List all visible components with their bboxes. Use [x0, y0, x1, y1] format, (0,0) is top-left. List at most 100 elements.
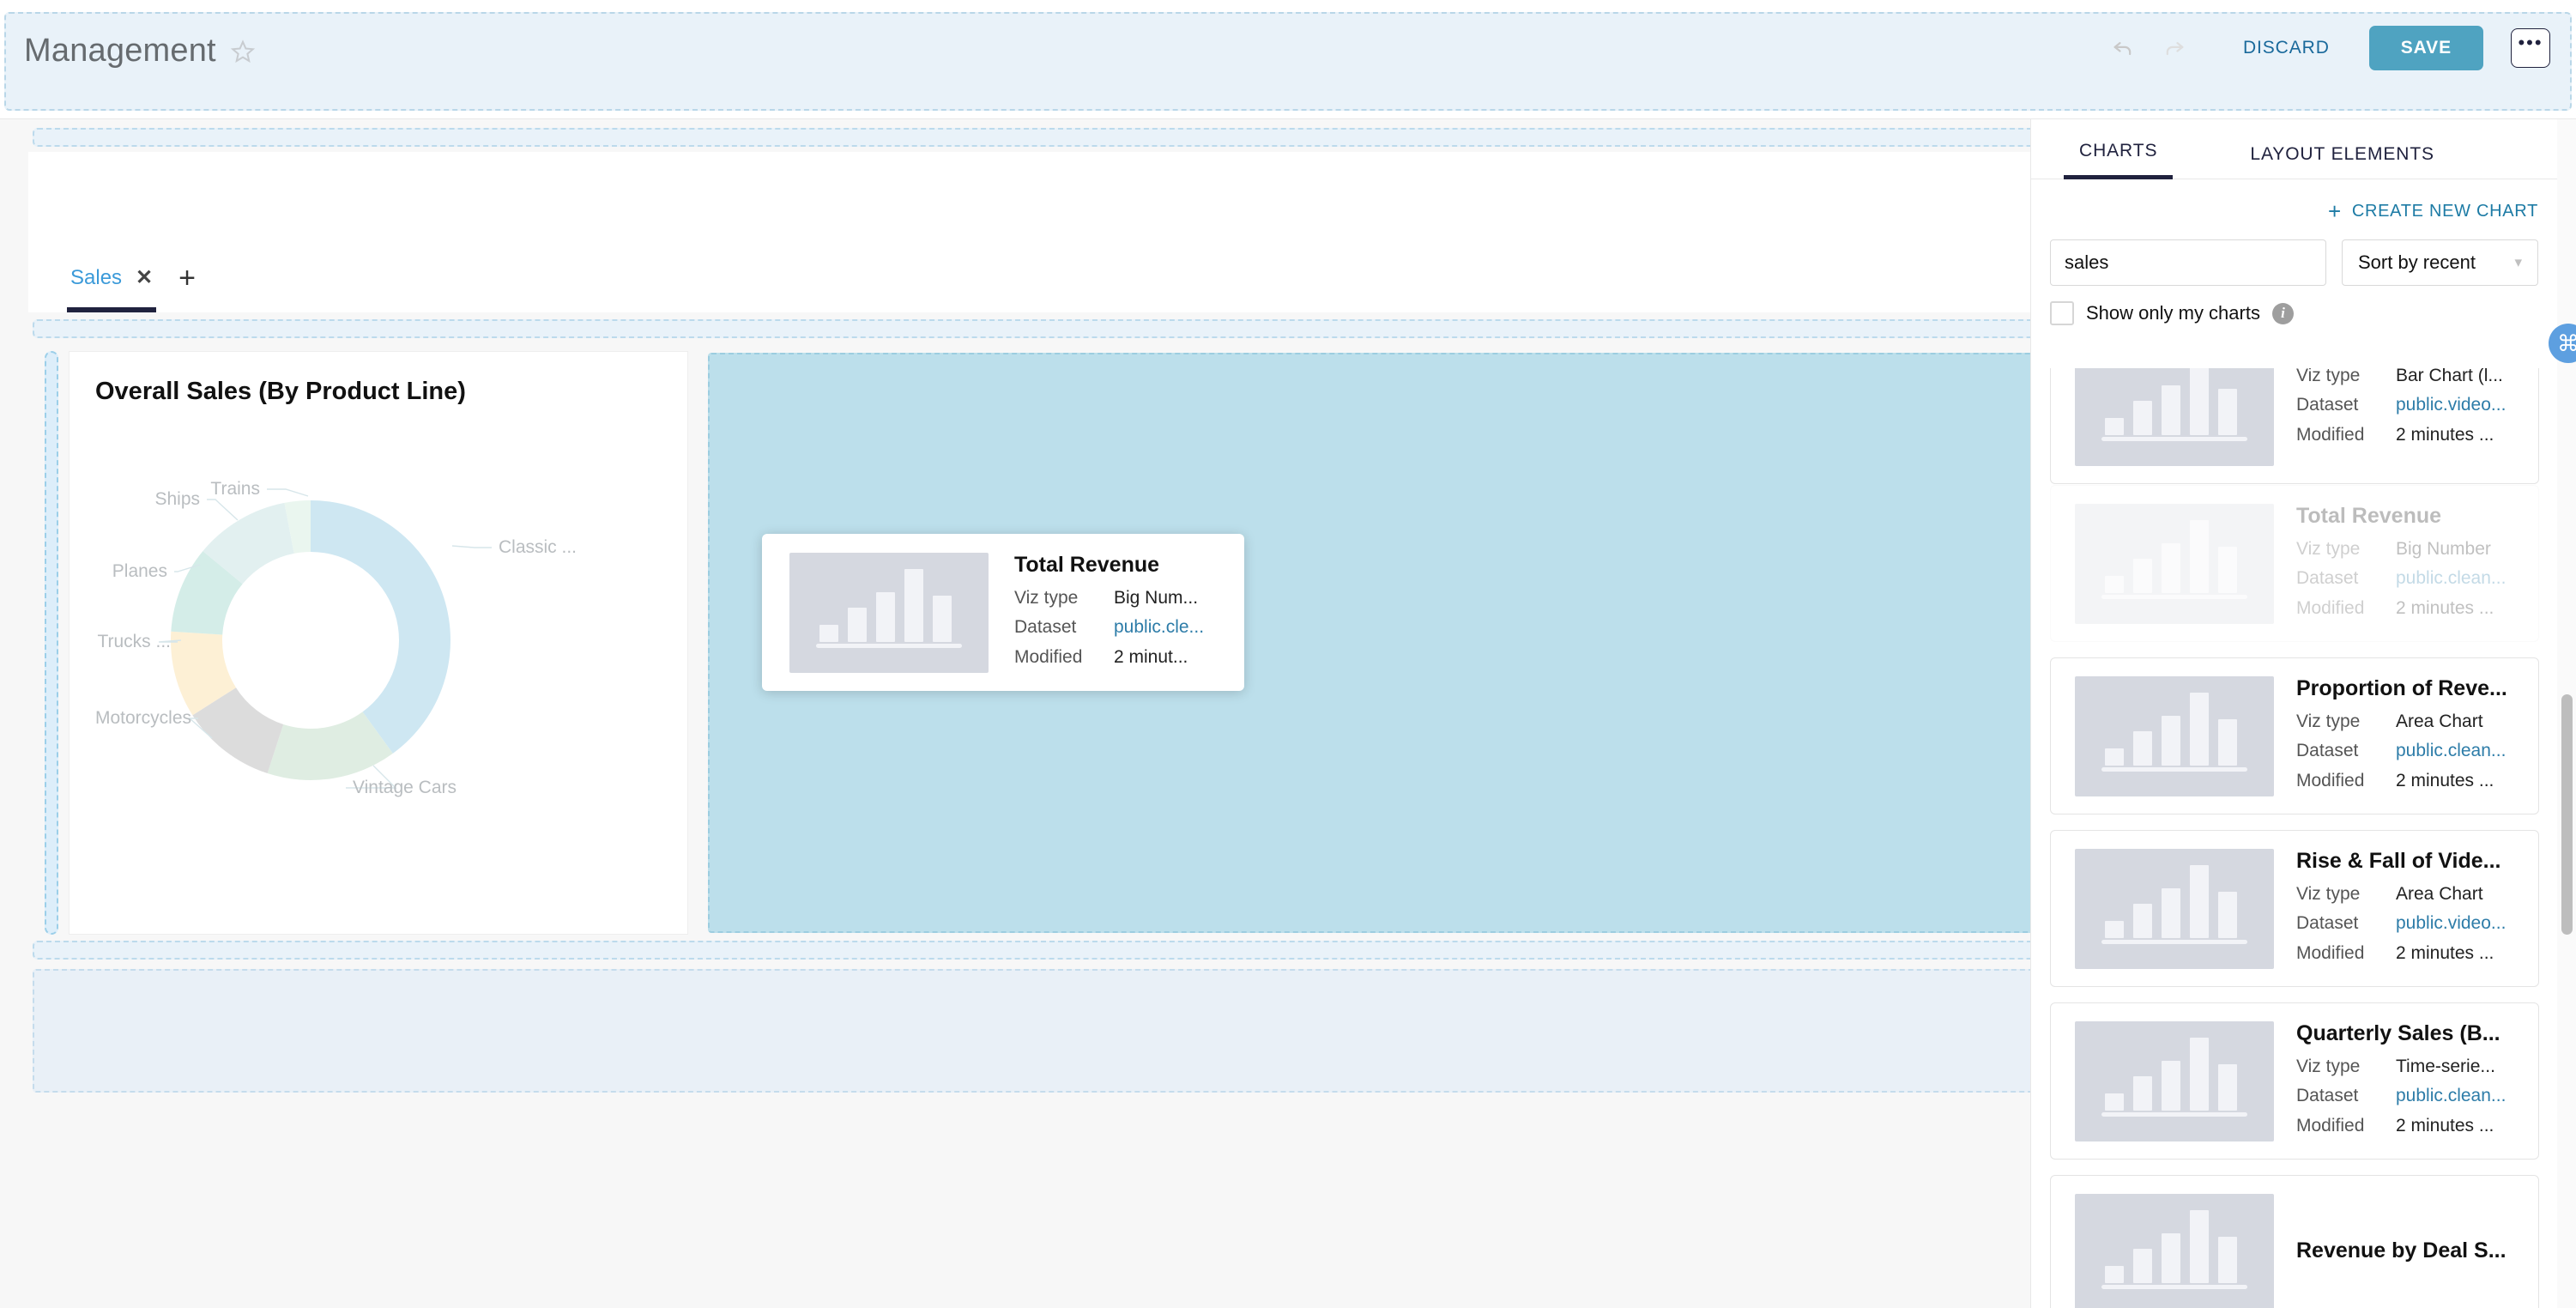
dragging-chart-card[interactable]: Total Revenue Viz type Big Num... Datase… [762, 534, 1244, 691]
create-chart-row: + CREATE NEW CHART [2031, 179, 2576, 222]
card-title: Quarterly Sales (B... [2296, 1021, 2538, 1046]
plus-icon: + [2328, 200, 2342, 222]
chart-list-card[interactable]: Revenue by Deal S... [2050, 1175, 2539, 1308]
meta-key: Viz type [2296, 368, 2396, 391]
meta-value: 2 minutes ... [2396, 1111, 2494, 1141]
chart-card-meta: Revenue by Deal S... [2296, 1238, 2538, 1269]
create-new-chart-label: CREATE NEW CHART [2352, 202, 2538, 221]
tab-sales[interactable]: Sales ✕ [67, 256, 156, 312]
meta-key: Viz type [2296, 880, 2396, 910]
meta-row: Datasetpublic.clean... [2296, 564, 2538, 594]
meta-key: Dataset [2296, 736, 2396, 766]
dropzone-below-tabs[interactable] [33, 319, 2030, 338]
sort-dropdown[interactable]: Sort by recent ▾ [2342, 239, 2538, 286]
card-title: Total Revenue [1014, 553, 1244, 578]
donut-slice-label: Ships [154, 489, 200, 509]
chart-list-card[interactable]: Quarterly Sales (B... Viz typeTime-serie.… [2050, 1002, 2539, 1160]
meta-key: Modified [1014, 643, 1114, 673]
dropzone-indicator-bottom[interactable] [33, 941, 2030, 960]
close-icon[interactable]: ✕ [136, 268, 153, 288]
meta-value: Area Chart [2396, 707, 2483, 737]
more-options-button[interactable]: ••• [2511, 28, 2550, 68]
meta-row-modified: Modified 2 minut... [1014, 643, 1244, 673]
meta-row: Viz typeBig Number [2296, 535, 2538, 565]
meta-row: Viz typeArea Chart [2296, 707, 2538, 737]
meta-key: Viz type [1014, 584, 1114, 614]
redo-arrow-icon[interactable] [2157, 31, 2192, 65]
meta-row: Datasetpublic.video... [2296, 391, 2538, 421]
row-drag-indicator[interactable] [45, 351, 58, 935]
donut-leader-line [452, 546, 492, 548]
chart-list-card[interactable]: Proportion of Reve...Viz typeArea ChartD… [2050, 657, 2539, 814]
bar-chart-thumbnail-icon [789, 553, 989, 673]
chart-card-meta: Rise & Fall of Vide...Viz typeArea Chart… [2296, 849, 2538, 969]
dataset-link[interactable]: public.video... [2396, 391, 2506, 421]
bar-chart-thumbnail-icon [2075, 504, 2274, 624]
meta-value: Big Num... [1114, 584, 1198, 614]
dashboard-title-group: Management [24, 33, 256, 70]
meta-key: Dataset [2296, 391, 2396, 421]
plus-icon[interactable]: + [178, 262, 196, 307]
chart-title: Overall Sales (By Product Line) [95, 378, 466, 406]
dataset-link[interactable]: public.clean... [2396, 564, 2506, 594]
meta-value: Big Number [2396, 535, 2491, 565]
save-button[interactable]: SAVE [2369, 26, 2483, 70]
star-outline-icon[interactable] [230, 39, 256, 64]
meta-row-dataset: Dataset public.cle... [1014, 613, 1244, 643]
tab-layout-elements[interactable]: LAYOUT ELEMENTS [2234, 144, 2450, 179]
meta-key: Dataset [1014, 613, 1114, 643]
create-new-chart-button[interactable]: + CREATE NEW CHART [2328, 200, 2538, 222]
discard-button[interactable]: DISCARD [2228, 29, 2345, 67]
meta-value: 2 minutes ... [2396, 594, 2494, 624]
meta-row: Modified2 minutes ... [2296, 939, 2538, 969]
meta-key: Viz type [2296, 535, 2396, 565]
meta-key: Modified [2296, 1111, 2396, 1141]
command-key-icon[interactable]: ⌘ [2549, 324, 2576, 363]
dashboard-editor-app: Management DISCARD SAVE ••• [0, 0, 2576, 1308]
dataset-link[interactable]: public.video... [2396, 909, 2506, 939]
dataset-link[interactable]: public.cle... [1114, 613, 1204, 643]
bar-chart-thumbnail-icon [2075, 368, 2274, 466]
meta-row: Modified2 minutes ... [2296, 1111, 2538, 1141]
dropzone-above-tabs[interactable] [33, 128, 2030, 147]
scrollbar-thumb[interactable] [2561, 694, 2573, 935]
meta-value: Area Chart [2396, 880, 2483, 910]
donut-slice[interactable] [311, 500, 450, 754]
donut-chart: Classic ...Vintage CarsMotorcyclesTrucks… [70, 410, 689, 925]
meta-row: Modified2 minutes ... [2296, 421, 2538, 451]
meta-key: Dataset [2296, 909, 2396, 939]
meta-row: Datasetpublic.clean... [2296, 1081, 2538, 1111]
meta-key: Modified [2296, 594, 2396, 624]
dataset-link[interactable]: public.clean... [2396, 736, 2506, 766]
vertical-scrollbar[interactable] [2557, 119, 2576, 1308]
undo-arrow-icon[interactable] [2106, 31, 2140, 65]
tab-charts[interactable]: CHARTS [2064, 141, 2173, 179]
page-title[interactable]: Management [24, 33, 216, 70]
meta-row-viz-type: Viz type Big Num... [1014, 584, 1244, 614]
meta-key: Modified [2296, 939, 2396, 969]
chart-list-card[interactable]: Viz typeBar Chart (l...Datasetpublic.vid… [2050, 368, 2539, 484]
meta-value: 2 minutes ... [2396, 421, 2494, 451]
meta-key: Dataset [2296, 1081, 2396, 1111]
tab-list: Sales ✕ + [67, 256, 196, 312]
chart-list-card[interactable]: Rise & Fall of Vide...Viz typeArea Chart… [2050, 830, 2539, 987]
meta-key: Viz type [2296, 707, 2396, 737]
bar-chart-thumbnail-icon [2075, 1194, 2274, 1308]
empty-row-dropzone[interactable] [33, 969, 2030, 1093]
dragging-card-meta: Total Revenue Viz type Big Num... Datase… [1014, 553, 1244, 673]
chart-card-overall-sales[interactable]: Overall Sales (By Product Line) Classic … [69, 351, 688, 935]
show-only-my-charts-checkbox[interactable] [2050, 301, 2074, 325]
meta-row: Viz typeTime-serie... [2296, 1052, 2538, 1082]
chart-card-list[interactable]: Viz typeBar Chart (l...Datasetpublic.vid… [2031, 368, 2576, 1308]
tab-label: Sales [70, 266, 122, 290]
chevron-down-icon: ▾ [2514, 254, 2522, 271]
info-icon[interactable]: i [2272, 303, 2294, 324]
donut-slice-label: Planes [112, 561, 167, 581]
dataset-link[interactable]: public.clean... [2396, 1081, 2506, 1111]
card-title: Total Revenue [2296, 504, 2538, 529]
meta-row: Datasetpublic.clean... [2296, 736, 2538, 766]
chart-list-card[interactable]: Total Revenue Viz typeBig NumberDatasetpu… [2050, 485, 2539, 642]
search-input[interactable] [2050, 239, 2326, 286]
panel-tab-list: CHARTS LAYOUT ELEMENTS [2031, 119, 2576, 179]
show-only-my-charts-row[interactable]: Show only my charts i [2031, 286, 2576, 325]
